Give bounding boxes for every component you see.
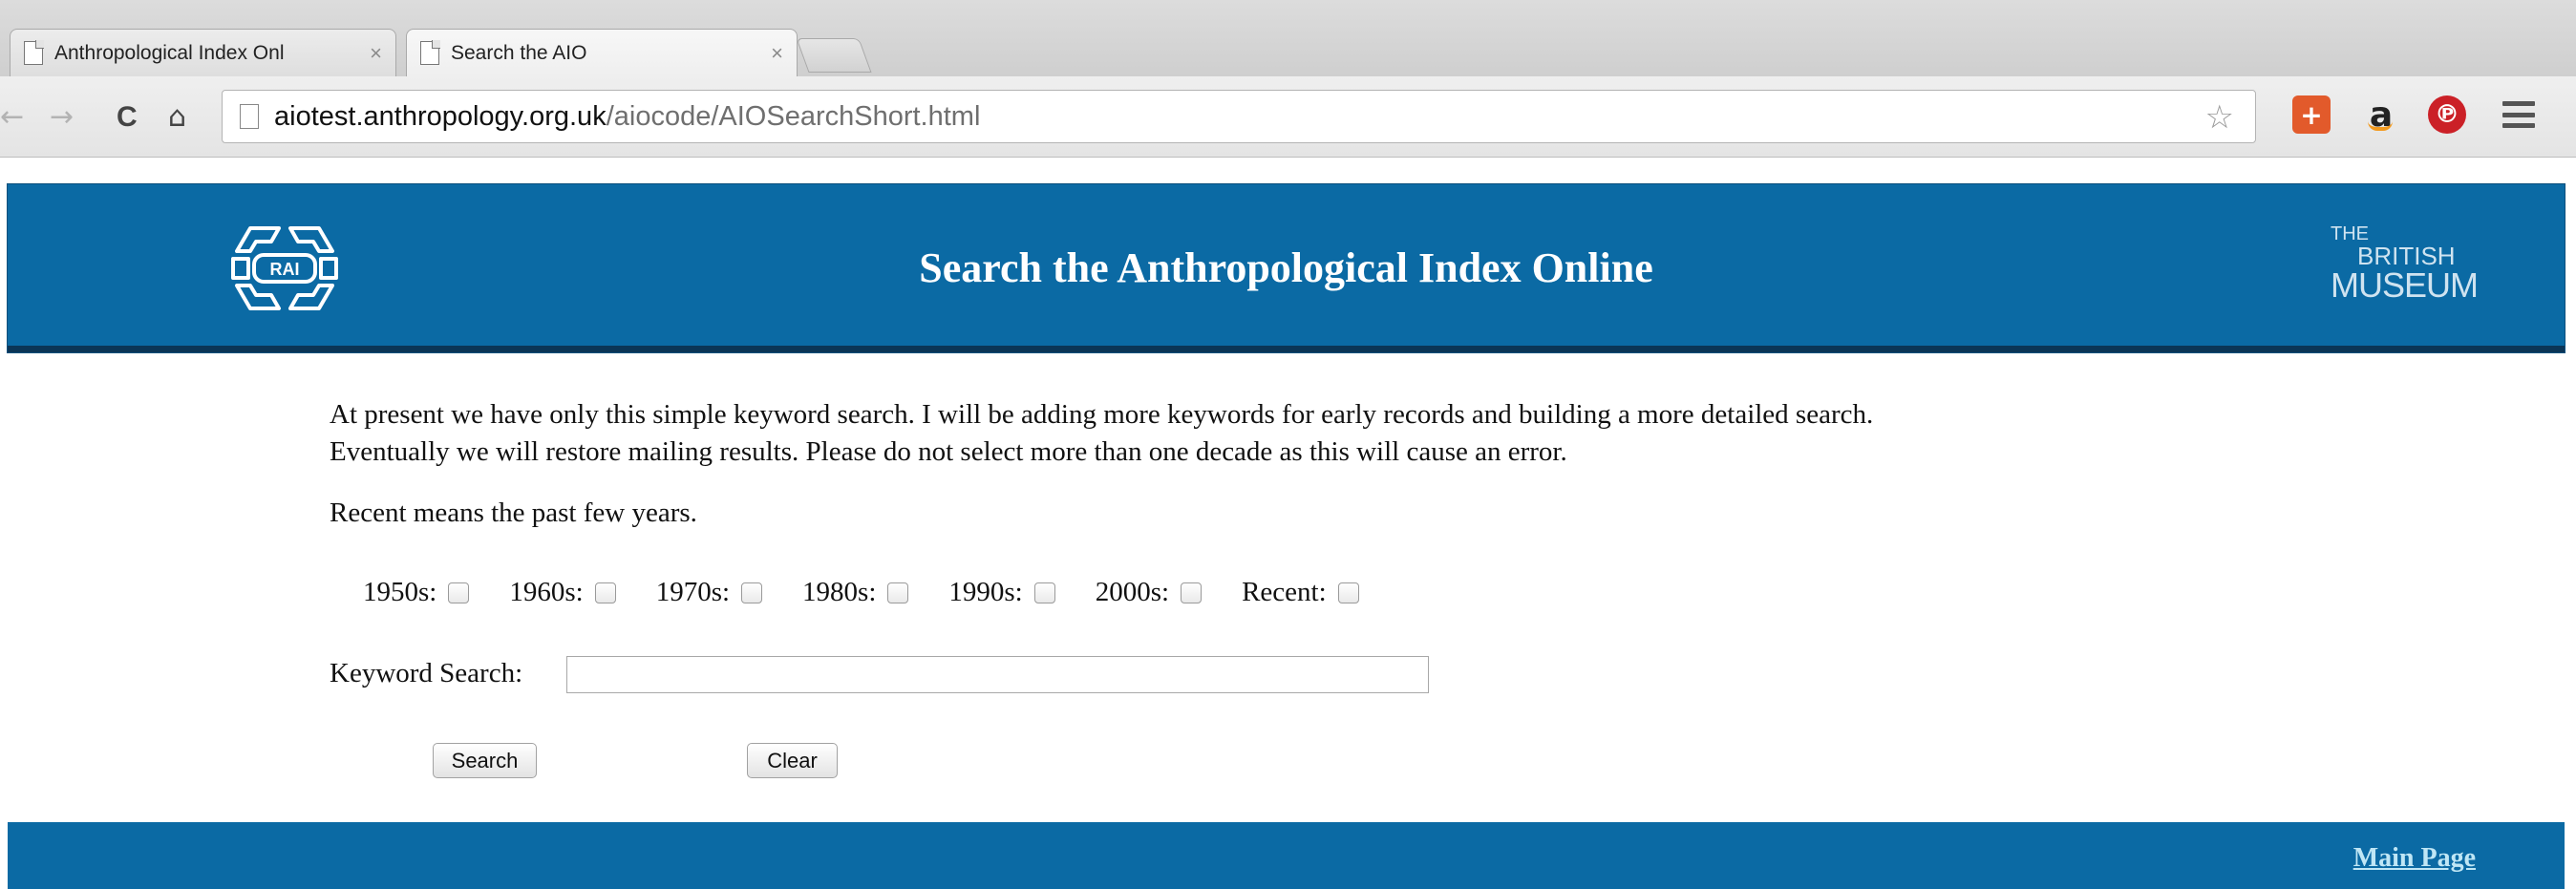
close-icon[interactable]: × bbox=[771, 41, 783, 66]
forward-icon[interactable]: → bbox=[50, 99, 74, 136]
google-plus-extension-icon[interactable]: + bbox=[2292, 95, 2331, 134]
url-host: aiotest.anthropology.org.uk bbox=[274, 100, 607, 132]
address-bar[interactable]: aiotest.anthropology.org.uk/aiocode/AIOS… bbox=[222, 90, 2256, 143]
intro-line-1: At present we have only this simple keyw… bbox=[330, 399, 1874, 430]
intro-text: At present we have only this simple keyw… bbox=[330, 396, 2240, 471]
amazon-extension-icon[interactable]: a bbox=[2362, 95, 2400, 135]
decade-1970s[interactable]: 1970s: bbox=[655, 577, 763, 608]
keyword-search-input[interactable] bbox=[566, 656, 1429, 693]
page-header: RAI Search the Anthropological Index Onl… bbox=[8, 184, 2565, 352]
back-icon[interactable]: ← bbox=[0, 99, 24, 136]
decade-filters: 1950s: 1960s: 1970s: 1980s: 1990s: 2000s… bbox=[363, 577, 1359, 608]
checkbox-1950s[interactable] bbox=[448, 582, 470, 603]
decade-label: 1950s: bbox=[363, 577, 437, 607]
intro-line-2: Eventually we will restore mailing resul… bbox=[330, 436, 1567, 467]
close-icon[interactable]: × bbox=[370, 41, 382, 66]
url-path: /aiocode/AIOSearchShort.html bbox=[606, 100, 981, 132]
recent-note: Recent means the past few years. bbox=[330, 497, 697, 528]
british-museum-logo: THE BRITISH MUSEUM bbox=[2331, 223, 2479, 305]
checkbox-2000s[interactable] bbox=[1181, 582, 1203, 603]
tab-label: Search the AIO bbox=[451, 41, 587, 64]
checkbox-recent[interactable] bbox=[1337, 582, 1359, 603]
decade-recent[interactable]: Recent: bbox=[1242, 577, 1359, 608]
page-icon bbox=[240, 104, 259, 129]
decade-2000s[interactable]: 2000s: bbox=[1095, 577, 1203, 608]
decade-label: 1970s: bbox=[655, 577, 731, 607]
checkbox-1980s[interactable] bbox=[887, 582, 909, 603]
decade-1950s[interactable]: 1950s: bbox=[363, 577, 470, 608]
logo-museum: MUSEUM bbox=[2331, 265, 2479, 305]
document-icon bbox=[24, 40, 44, 65]
bookmark-star-icon[interactable]: ☆ bbox=[2205, 98, 2234, 137]
search-button[interactable]: Search bbox=[433, 743, 537, 778]
decade-label: Recent: bbox=[1242, 577, 1327, 607]
decade-label: 1990s: bbox=[948, 577, 1023, 607]
logo-the: THE bbox=[2331, 223, 2369, 244]
new-tab-button[interactable] bbox=[796, 38, 872, 73]
keyword-search-label: Keyword Search: bbox=[330, 658, 523, 688]
checkbox-1960s[interactable] bbox=[594, 582, 616, 603]
browser-tab-strip: Anthropological Index Onl × Search the A… bbox=[0, 0, 2576, 76]
tab-anthropological-index[interactable]: Anthropological Index Onl × bbox=[10, 29, 396, 76]
decade-label: 2000s: bbox=[1095, 577, 1170, 607]
checkbox-1970s[interactable] bbox=[741, 582, 763, 603]
reload-icon[interactable]: C bbox=[117, 99, 138, 136]
tab-label: Anthropological Index Onl bbox=[54, 41, 285, 64]
decade-1980s[interactable]: 1980s: bbox=[802, 577, 909, 608]
main-page-link[interactable]: Main Page bbox=[2353, 843, 2476, 874]
page-footer: Main Page bbox=[8, 822, 2565, 889]
decade-label: 1960s: bbox=[509, 577, 584, 607]
decade-label: 1980s: bbox=[802, 577, 877, 607]
decade-1990s[interactable]: 1990s: bbox=[948, 577, 1055, 608]
home-icon[interactable]: ⌂ bbox=[168, 99, 186, 136]
clear-button[interactable]: Clear bbox=[747, 743, 838, 778]
browser-toolbar: ← → C ⌂ aiotest.anthropology.org.uk/aioc… bbox=[0, 76, 2576, 158]
page-title: Search the Anthropological Index Online bbox=[919, 244, 1653, 291]
document-icon bbox=[420, 40, 440, 65]
tab-search-the-aio[interactable]: Search the AIO × bbox=[406, 29, 798, 76]
pinterest-extension-icon[interactable]: ℗ bbox=[2428, 95, 2466, 134]
checkbox-1990s[interactable] bbox=[1033, 582, 1055, 603]
decade-1960s[interactable]: 1960s: bbox=[509, 577, 616, 608]
menu-icon[interactable] bbox=[2502, 101, 2535, 128]
